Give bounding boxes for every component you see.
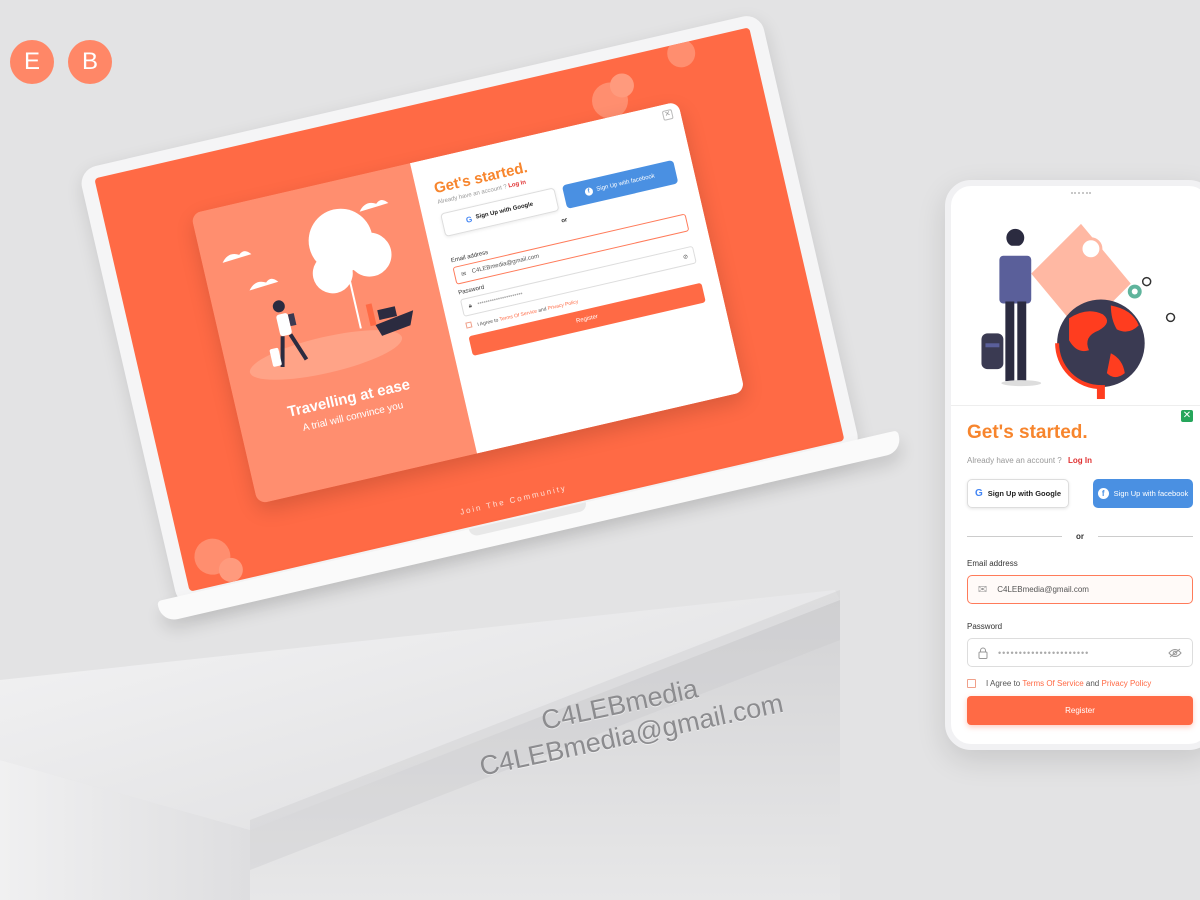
phone-facebook-label: Sign Up with facebook xyxy=(1113,489,1189,498)
google-icon: G xyxy=(974,488,983,499)
phone-mockup: ✕ Get's started. Already have an account… xyxy=(945,180,1200,750)
lock-icon: 🔒︎ xyxy=(467,302,473,310)
mail-icon: ✉ xyxy=(978,584,988,596)
phone-already-text: Already have an account ? xyxy=(967,456,1062,465)
phone-google-signup-button[interactable]: G Sign Up with Google xyxy=(967,479,1069,508)
phone-facebook-signup-button[interactable]: f Sign Up with facebook xyxy=(1093,479,1193,508)
phone-signup-form: Get's started. Already have an account ?… xyxy=(967,422,1193,725)
mail-icon: ✉ xyxy=(460,270,468,278)
phone-password-mask: •••••••••••••••••••••• xyxy=(998,647,1090,658)
laptop-privacy-link[interactable]: Privacy Policy xyxy=(547,299,579,312)
laptop-screen: Travelling at ease A trial will convince… xyxy=(94,27,845,592)
laptop-facebook-label: Sign Up with facebook xyxy=(595,173,656,193)
phone-or-divider: or xyxy=(967,532,1193,541)
laptop-google-label: Sign Up with Google xyxy=(475,201,534,221)
laptop-terms-checkbox[interactable] xyxy=(465,321,473,329)
phone-email-field[interactable]: ✉ C4LEBmedia@gmail.com xyxy=(967,575,1193,604)
phone-password-field[interactable]: •••••••••••••••••••••• xyxy=(967,638,1193,667)
globe-traveller-illustration xyxy=(951,223,1200,406)
laptop-lid: Travelling at ease A trial will convince… xyxy=(78,12,862,609)
facebook-icon: f xyxy=(1097,488,1109,499)
phone-email-value: C4LEBmedia@gmail.com xyxy=(997,585,1089,594)
phone-close-icon[interactable]: ✕ xyxy=(1181,410,1193,422)
facebook-icon: f xyxy=(584,186,594,197)
eye-off-icon[interactable]: ⊘ xyxy=(682,253,689,261)
phone-terms-link[interactable]: Terms Of Service xyxy=(1022,679,1083,688)
phone-login-link[interactable]: Log In xyxy=(1068,456,1092,465)
phone-password-label: Password xyxy=(967,622,1003,631)
phone-google-label: Sign Up with Google xyxy=(987,489,1062,498)
divider-line-right xyxy=(1098,536,1193,537)
phone-and-text: and xyxy=(1085,679,1100,688)
phone-or-text: or xyxy=(1076,532,1084,541)
laptop-and-text: and xyxy=(537,306,548,314)
laptop: Travelling at ease A trial will convince… xyxy=(78,12,903,623)
phone-terms-row: I Agree to Terms Of Service and Privacy … xyxy=(967,679,1193,688)
laptop-login-link[interactable]: Log In xyxy=(508,180,527,190)
phone-email-label: Email address xyxy=(967,559,1018,568)
divider-line-left xyxy=(967,536,1062,537)
laptop-agree-prefix: I Agree to xyxy=(476,317,500,329)
phone-register-button[interactable]: Register xyxy=(967,696,1193,725)
phone-privacy-link[interactable]: Privacy Policy xyxy=(1102,679,1152,688)
phone-form-title: Get's started. xyxy=(967,422,1088,443)
phone-agree-prefix: I Agree to xyxy=(986,679,1021,688)
eye-off-icon[interactable] xyxy=(1168,648,1182,658)
phone-terms-text: I Agree to Terms Of Service and Privacy … xyxy=(986,679,1151,688)
lock-icon xyxy=(978,647,988,659)
phone-already-account: Already have an account ? Log In xyxy=(967,456,1193,465)
phone-terms-checkbox[interactable] xyxy=(967,679,976,688)
laptop-close-icon[interactable]: ✕ xyxy=(661,108,674,121)
google-icon: G xyxy=(464,214,474,225)
